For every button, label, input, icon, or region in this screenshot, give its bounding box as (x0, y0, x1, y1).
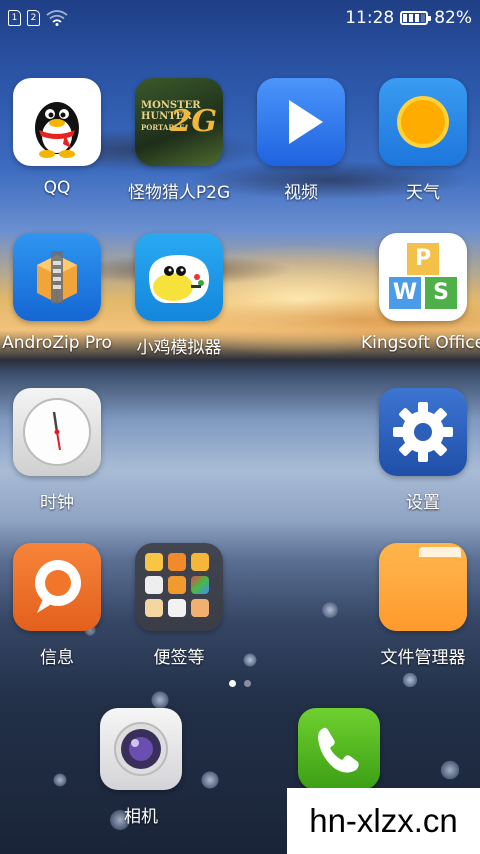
sim1-icon: 1 (8, 10, 21, 26)
office-letter-w: W (389, 277, 421, 309)
monster-hunter-game-icon: MONSTER HUNTER PORTABLE 2G (135, 78, 223, 166)
app-xiaoji-emulator[interactable]: 小鸡模拟器 (118, 233, 240, 358)
app-camera[interactable]: 相机 (80, 708, 202, 827)
office-letter-p: P (407, 243, 439, 275)
qq-penguin-icon (13, 78, 101, 166)
wifi-icon (46, 10, 68, 26)
kingsoft-office-icon: P W S (379, 233, 467, 321)
app-video[interactable]: 视频 (240, 78, 362, 203)
phone-icon (298, 708, 380, 790)
weather-sun-icon (379, 78, 467, 166)
camera-lens-icon (100, 708, 182, 790)
chicken-gamepad-icon (135, 233, 223, 321)
app-settings[interactable]: 设置 (362, 388, 480, 513)
app-label: Kingsoft Office (360, 333, 480, 353)
game-title-2g: 2G (170, 104, 218, 139)
watermark: hn-xlzx.cn (287, 788, 480, 854)
battery-percent: 82% (434, 8, 472, 28)
app-label: 怪物猎人P2G (127, 183, 231, 203)
app-label: 时钟 (40, 493, 74, 513)
office-letter-s: S (425, 277, 457, 309)
sim2-icon: 2 (27, 10, 40, 26)
clock-face-icon (13, 388, 101, 476)
page-dot-2[interactable] (244, 680, 251, 687)
app-label: 相机 (124, 807, 158, 827)
app-label: AndroZip Pro (2, 333, 112, 353)
app-monster-hunter[interactable]: MONSTER HUNTER PORTABLE 2G 怪物猎人P2G (118, 78, 240, 203)
app-file-manager[interactable]: 文件管理器 (362, 543, 480, 668)
video-play-icon (257, 78, 345, 166)
app-label: 设置 (406, 493, 440, 513)
status-left: 1 2 (8, 10, 68, 26)
androzip-box-icon (13, 233, 101, 321)
app-label: 信息 (40, 648, 74, 668)
app-label: 便签等 (153, 648, 205, 668)
status-right: 11:28 82% (345, 8, 472, 28)
battery-level (403, 14, 426, 22)
app-kingsoft-office[interactable]: P W S Kingsoft Office (361, 233, 480, 353)
status-bar: 1 2 11:28 82% (0, 0, 480, 36)
app-label: 小鸡模拟器 (136, 338, 222, 358)
battery-icon (400, 11, 432, 25)
app-label: 天气 (406, 183, 440, 203)
page-dot-1[interactable] (229, 680, 236, 687)
app-messages[interactable]: 信息 (0, 543, 118, 668)
app-weather[interactable]: 天气 (362, 78, 480, 203)
file-folder-icon (379, 543, 467, 631)
app-label: QQ (43, 178, 71, 198)
clock-time: 11:28 (345, 8, 395, 28)
gear-icon (379, 388, 467, 476)
app-clock[interactable]: 时钟 (0, 388, 118, 513)
folder-notes[interactable]: 便签等 (118, 543, 240, 668)
app-qq[interactable]: QQ (0, 78, 118, 198)
message-bubble-icon (13, 543, 101, 631)
page-indicator (0, 680, 480, 687)
folder-icon (135, 543, 223, 631)
app-androzip[interactable]: AndroZip Pro (0, 233, 118, 353)
app-label: 视频 (284, 183, 318, 203)
app-label: 文件管理器 (380, 648, 466, 668)
